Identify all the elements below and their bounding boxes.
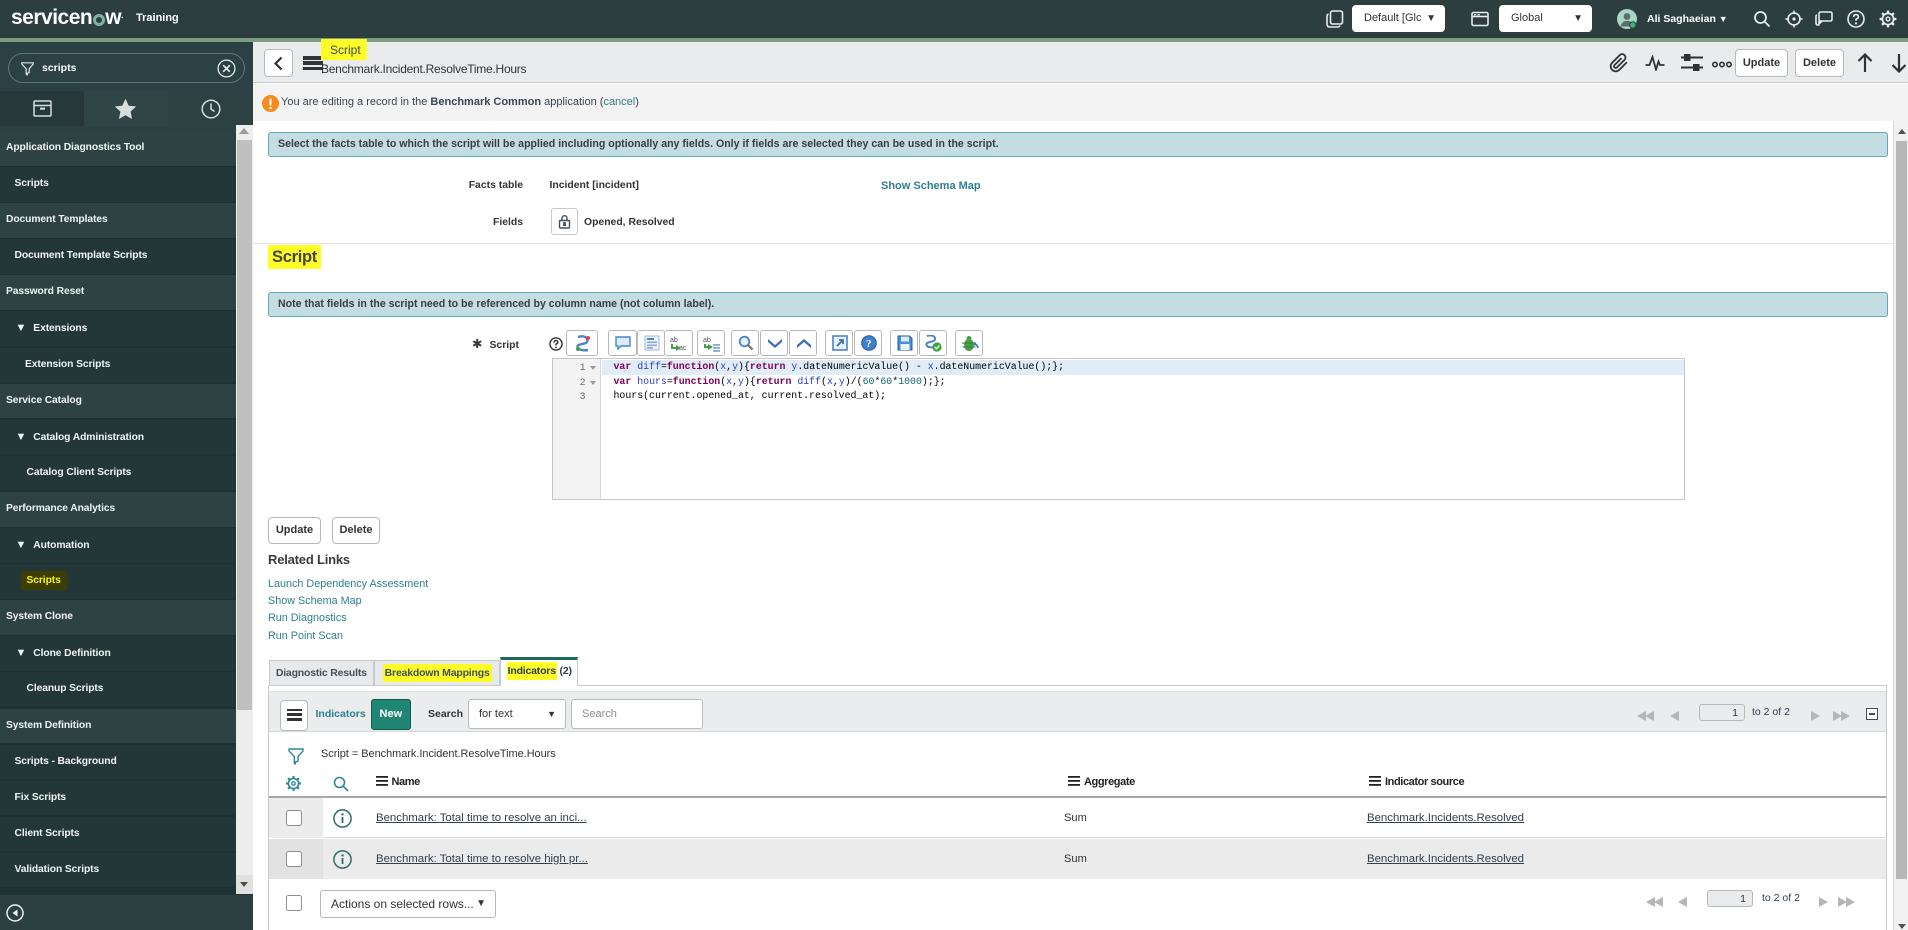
svg-text:ab: ab <box>703 337 711 344</box>
svg-text:ab: ab <box>670 337 678 344</box>
svg-text:?: ? <box>866 338 872 350</box>
svg-text:ac: ac <box>679 345 687 352</box>
